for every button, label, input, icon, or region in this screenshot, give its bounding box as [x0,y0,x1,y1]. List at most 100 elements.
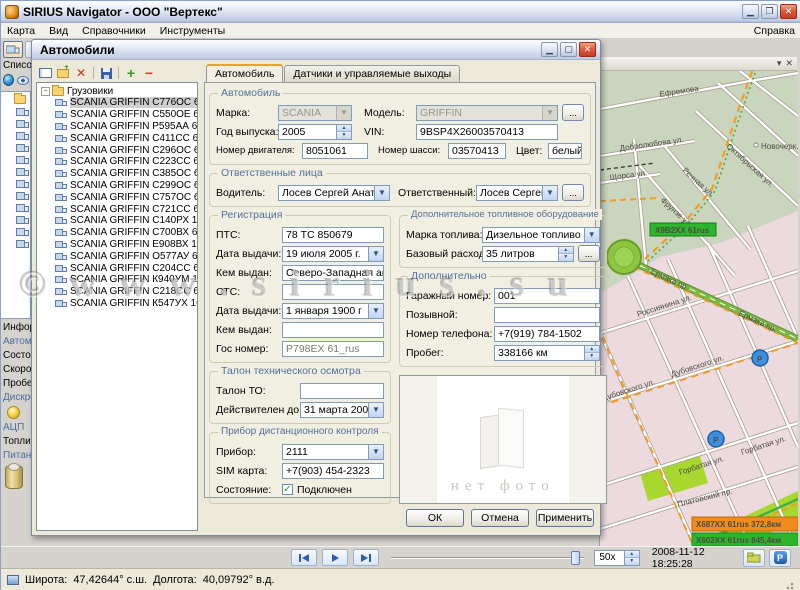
tab-vehicle[interactable]: Автомобиль [206,64,283,82]
tree-item[interactable]: SCANIA GRIFFIN С385ОС 61rus [39,168,197,180]
engine-field[interactable]: 8051061 [302,143,368,159]
device-combo[interactable]: 2111▼ [282,444,384,460]
vehicle-card-button[interactable] [743,549,765,567]
valid-until-combo[interactable]: 31 марта 2009 г.▼ [300,402,384,418]
menu-spravka[interactable]: Справка [754,25,795,37]
vehicles-toolbar-button[interactable] [3,41,23,58]
add-button[interactable]: + [124,67,138,80]
slider-thumb[interactable] [571,551,580,565]
phone-field[interactable]: +7(919) 784-1502 [494,326,600,342]
truck-icon [6,45,20,55]
tree-item[interactable]: SCANIA GRIFFIN С550ОЕ 61rus [39,109,197,121]
callsign-field[interactable] [494,307,600,323]
responsible-combo[interactable]: Лосев Сергей Анатоль▼ [476,185,558,201]
tree-item[interactable]: SCANIA GRIFFIN С204СС 61rus [39,262,197,274]
tree-item[interactable]: SCANIA GRIFFIN С721СС 61rus [39,203,197,215]
garage-field[interactable]: 001 [494,288,600,304]
dialog-minimize-button[interactable]: ▁ [541,42,558,57]
spinner-arrows-icon[interactable]: ▲▼ [584,346,599,360]
delete-button[interactable]: ✕ [74,67,88,80]
tree-item[interactable]: SCANIA GRIFFIN С218СС 61rus [39,286,197,298]
connected-checkbox[interactable]: ✓ [282,484,293,495]
issue-date-combo[interactable]: 19 июля 2005 г.▼ [282,246,384,262]
sts-field[interactable] [282,284,384,300]
vehicle-marker-label[interactable]: Х9В2ХХ 61rus [650,223,716,236]
tree-item[interactable]: SCANIA GRIFFIN С700ВХ 61rus [39,227,197,239]
tree-item[interactable]: SCANIA GRIFFIN О577АУ 61rus [39,250,197,262]
apply-button[interactable]: Применить [536,509,594,527]
save-button[interactable] [99,67,113,80]
collapse-icon[interactable]: − [41,87,50,96]
spinner-arrows-icon[interactable]: ▲▼ [624,551,639,565]
spinner-arrows-icon[interactable]: ▲▼ [558,247,573,261]
fuel-browse-button[interactable]: ... [578,245,600,262]
model-browse-button[interactable]: ... [562,104,584,121]
brand-combo[interactable]: SCANIA▼ [278,105,352,121]
driver-combo[interactable]: Лосев Сергей Анатоль▼ [278,185,390,201]
issued-by-field[interactable]: Северо-Западная акцизная т [282,265,384,281]
spinner-arrows-icon[interactable]: ▲▼ [336,125,351,139]
tree-item[interactable]: SCANIA GRIFFIN С299ОС 61rus [39,180,197,192]
tree-item[interactable]: SCANIA GRIFFIN Р595АА 61rus [39,121,197,133]
minimize-button[interactable]: ▁ [742,4,759,19]
dialog-maximize-button[interactable]: ▢ [560,42,577,57]
import-button[interactable] [56,67,70,80]
play-button[interactable] [322,549,348,566]
vin-field[interactable]: 9BSP4X26003570413 [416,124,558,140]
color-field[interactable]: белый [548,143,582,159]
menu-instrumenty[interactable]: Инструменты [160,25,225,37]
issued-by2-field[interactable] [282,322,384,338]
card-view-button[interactable] [38,67,52,80]
tree-item[interactable]: SCANIA GRIFFIN К940УМ 161rus [39,274,197,286]
model-combo[interactable]: GRIFFIN▼ [416,105,558,121]
tree-item[interactable]: SCANIA GRIFFIN С776ОС 61rus [39,97,197,109]
pts-field[interactable]: 78 ТС 850679 [282,227,384,243]
ok-button[interactable]: ОК [406,509,464,527]
persons-browse-button[interactable]: ... [562,184,584,201]
close-button[interactable]: ✕ [780,4,797,19]
sim-field[interactable]: +7(903) 454-2323 [282,463,384,479]
map-canvas[interactable]: Ефремова Добролюбова ул. Щорса ул. Октяб… [600,71,798,546]
tree-item[interactable]: SCANIA GRIFFIN С223СС 61rus [39,156,197,168]
plate-field[interactable]: Р798ЕХ 61_rus [282,341,384,357]
resize-grip[interactable] [783,579,795,590]
remove-button[interactable]: − [142,67,156,80]
restore-button[interactable]: ❐ [761,4,778,19]
dialog-close-button[interactable]: ✕ [579,42,596,57]
tree-root[interactable]: − Грузовики [39,85,197,97]
skip-end-button[interactable] [353,549,379,566]
parking-marker[interactable]: P [708,431,724,447]
tree-item[interactable]: SCANIA GRIFFIN С140РХ 161rus [39,215,197,227]
track-label-green[interactable]: Х602ХХ 61rus 845,4км [692,533,798,546]
mileage-spinner[interactable]: 338166 км▲▼ [494,345,600,361]
globe-icon[interactable] [3,74,14,86]
tree-item[interactable]: SCANIA GRIFFIN К547УХ 161rus [39,298,197,310]
timeline-slider[interactable] [391,549,584,566]
consumption-label: Базовый расход: [406,248,482,260]
tab-sensors[interactable]: Датчики и управляемые выходы [284,65,460,82]
issue-date2-combo[interactable]: 1 января 1900 г▼ [282,303,384,319]
map-close-icon[interactable]: ✕ [785,59,793,68]
fuel-type-combo[interactable]: Дизельное топливо▼ [482,227,600,243]
menu-karta[interactable]: Карта [7,25,35,37]
ticket-field[interactable] [300,383,384,399]
track-label-orange[interactable]: Х687ХХ 61rus 372,8км [692,517,798,531]
menu-vid[interactable]: Вид [49,25,68,37]
sidebar-tree-fragment[interactable] [1,91,31,319]
menu-spravochniki[interactable]: Справочники [82,25,146,37]
tree-item[interactable]: SCANIA GRIFFIN С296ОС 61rus [39,144,197,156]
speed-spinner[interactable]: 50x ▲▼ [594,550,639,566]
tree-item[interactable]: SCANIA GRIFFIN С411СС 61rus [39,132,197,144]
year-spinner[interactable]: 2005▲▼ [278,124,352,140]
chassis-field[interactable]: 03570413 [448,143,506,159]
parking-marker[interactable]: P [752,350,768,366]
tree-item[interactable]: SCANIA GRIFFIN Е908ВХ 161rus [39,239,197,251]
cancel-button[interactable]: Отмена [471,509,529,527]
skip-start-button[interactable] [291,549,317,566]
city-marker [754,143,758,147]
consumption-spinner[interactable]: 35 литров▲▼ [482,246,574,262]
tree-item[interactable]: SCANIA GRIFFIN С757ОС 61rus [39,191,197,203]
map-dropdown-icon[interactable]: ▾ [777,59,782,68]
eye-icon[interactable] [17,76,29,85]
parking-button[interactable]: P [769,549,791,567]
